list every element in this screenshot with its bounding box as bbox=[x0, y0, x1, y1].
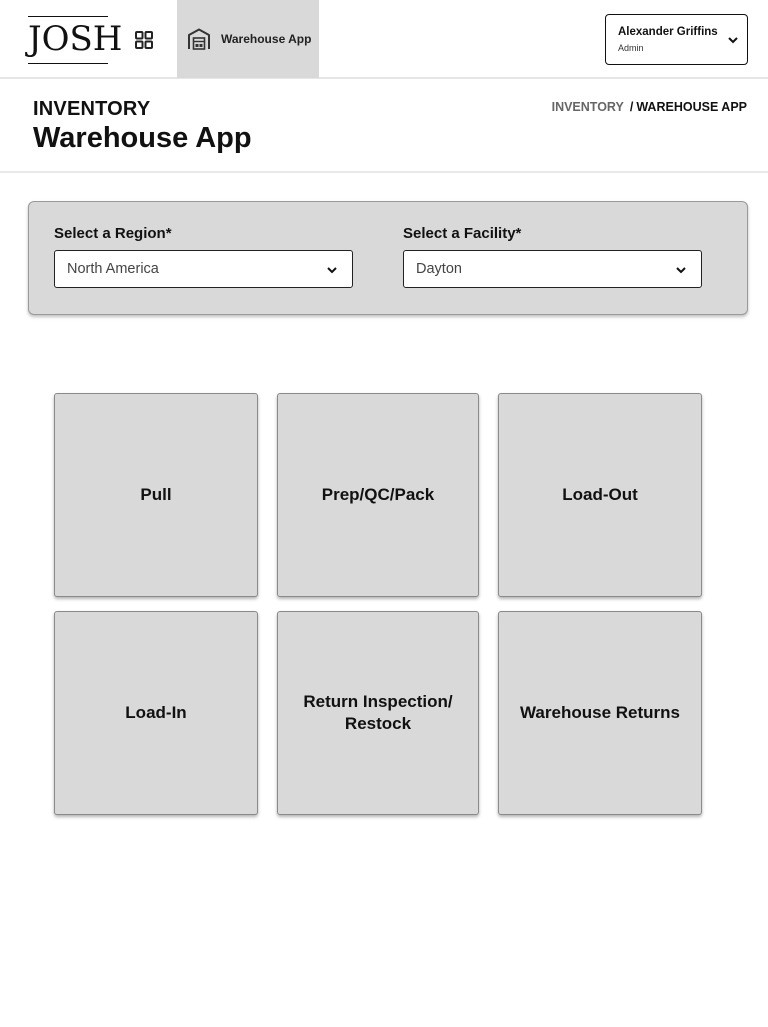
tile-label: Warehouse Returns bbox=[520, 703, 680, 722]
breadcrumb-current: WAREHOUSE APP bbox=[636, 100, 747, 114]
region-select[interactable]: North America bbox=[54, 250, 353, 288]
prep-qc-pack-tile[interactable]: Prep/QC/Pack bbox=[277, 393, 479, 597]
user-role: Admin bbox=[618, 43, 644, 53]
tile-label: Pull bbox=[140, 485, 172, 504]
filter-panel: Select a Region* North America Select a … bbox=[28, 201, 748, 315]
josh-logo[interactable]: JOSH bbox=[28, 16, 122, 64]
facility-select-value: Dayton bbox=[416, 261, 462, 277]
chevron-down-icon bbox=[327, 267, 337, 274]
page-title: Warehouse App bbox=[33, 122, 252, 154]
tile-label: Prep/QC/Pack bbox=[321, 485, 435, 504]
grid-icon[interactable] bbox=[135, 31, 153, 49]
warehouse-app-tab[interactable]: Warehouse App bbox=[177, 0, 319, 78]
section-label: INVENTORY bbox=[33, 98, 151, 120]
facility-select[interactable]: Dayton bbox=[403, 250, 702, 288]
tile-label: Load-In bbox=[125, 703, 187, 722]
user-menu-button[interactable]: Alexander Griffins Admin bbox=[605, 14, 748, 65]
breadcrumb-inventory-link[interactable]: INVENTORY bbox=[552, 100, 624, 114]
region-label: Select a Region* bbox=[54, 225, 172, 242]
chevron-down-icon bbox=[676, 267, 686, 274]
tile-label: Return Inspection/ Restock bbox=[303, 692, 453, 733]
facility-label: Select a Facility* bbox=[403, 225, 522, 242]
pull-tile[interactable]: Pull bbox=[54, 393, 258, 597]
warehouse-returns-tile[interactable]: Warehouse Returns bbox=[498, 611, 702, 815]
warehouse-icon bbox=[188, 28, 210, 50]
load-out-tile[interactable]: Load-Out bbox=[498, 393, 702, 597]
tile-label: Load-Out bbox=[562, 485, 638, 504]
chevron-down-icon bbox=[728, 37, 738, 44]
top-navigation-bar: JOSH Warehouse App Alexander Griffins Ad… bbox=[0, 0, 768, 79]
app-tab-label: Warehouse App bbox=[221, 32, 312, 46]
breadcrumb: INVENTORY / WAREHOUSE APP bbox=[552, 100, 747, 114]
page-header: INVENTORY Warehouse App INVENTORY / WAREHO… bbox=[0, 80, 768, 173]
breadcrumb-separator: / bbox=[629, 100, 634, 114]
region-select-value: North America bbox=[67, 261, 159, 277]
return-inspection-restock-tile[interactable]: Return Inspection/ Restock bbox=[277, 611, 479, 815]
load-in-tile[interactable]: Load-In bbox=[54, 611, 258, 815]
user-name: Alexander Griffins bbox=[618, 26, 718, 38]
